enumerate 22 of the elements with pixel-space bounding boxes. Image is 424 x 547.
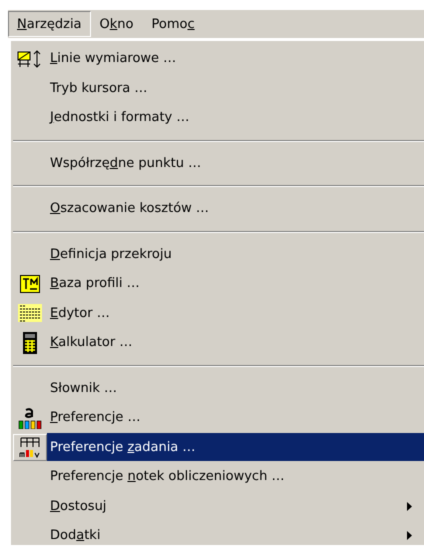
menu-item[interactable]: Współrzędne punktu … bbox=[47, 149, 424, 178]
table-icon bbox=[20, 274, 40, 293]
menu-item[interactable]: Baza profili … bbox=[47, 270, 424, 298]
menu-item[interactable]: Jednostki i formaty … bbox=[47, 104, 424, 132]
dimension-icon bbox=[17, 50, 43, 68]
menu-item[interactable]: Kalkulator … bbox=[47, 328, 424, 357]
menu-item[interactable]: Tryb kursora … bbox=[47, 74, 424, 102]
menu-item[interactable]: Preferencje notek obliczeniowych … bbox=[47, 462, 424, 491]
menu-item[interactable]: Oszacowanie kosztów … bbox=[47, 194, 424, 223]
bar-chart-icon bbox=[18, 406, 42, 429]
menu-item[interactable]: Dostosuj bbox=[47, 492, 424, 520]
menu-item[interactable]: Linie wymiarowe … bbox=[47, 44, 424, 73]
calculator-icon bbox=[23, 332, 37, 354]
document-icon bbox=[18, 304, 42, 322]
menu-item[interactable]: Preferencje … bbox=[47, 404, 424, 432]
menu-item[interactable]: Dodatki bbox=[47, 522, 424, 547]
grid-icon bbox=[18, 436, 42, 458]
menu-item[interactable]: Definicja przekroju bbox=[47, 240, 424, 268]
menu-item[interactable]: Preferencje zadania … bbox=[47, 433, 424, 462]
menu-item[interactable]: Słownik … bbox=[47, 374, 424, 402]
menu-bar-item[interactable]: Narzędzia bbox=[8, 11, 91, 37]
menu-item[interactable]: Edytor … bbox=[47, 299, 424, 328]
